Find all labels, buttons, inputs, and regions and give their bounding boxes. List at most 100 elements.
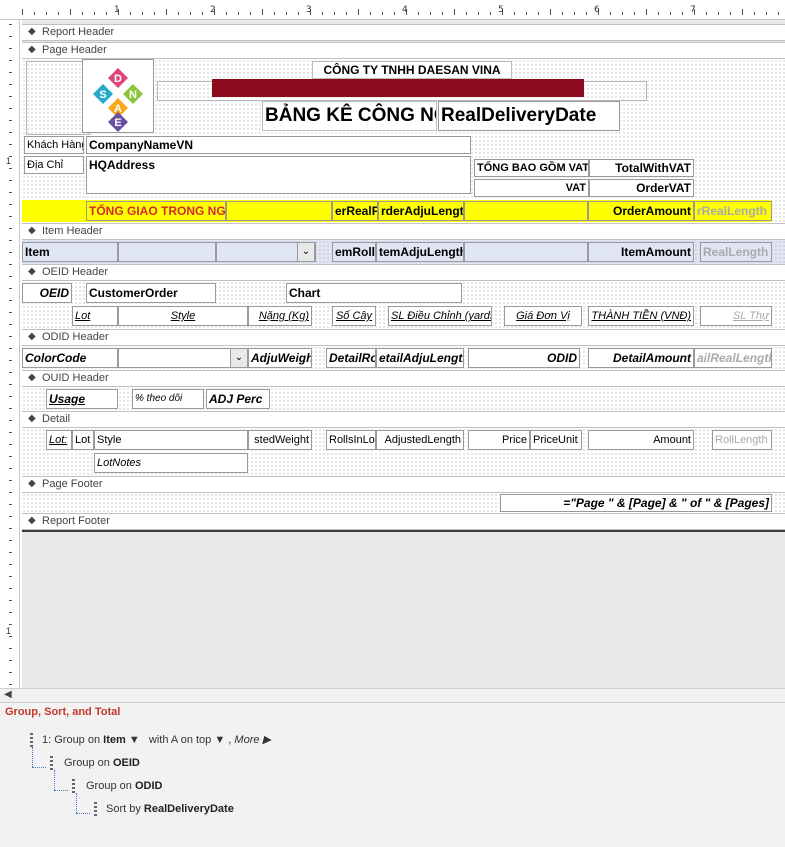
ruler-tick [9, 36, 12, 37]
customer-order-field[interactable]: CustomerOrder [86, 283, 216, 303]
scroll-left-icon[interactable]: ◀ [4, 689, 12, 700]
band-odid-header[interactable]: ◆ ODID Header [22, 329, 785, 346]
company-logo[interactable]: D S N A E [82, 59, 154, 133]
company-title-label[interactable]: CÔNG TY TNHH DAESAN VINA [312, 61, 512, 79]
tree-connector [76, 793, 77, 813]
odid-field[interactable]: ODID [468, 348, 580, 368]
col-unit-price-label[interactable]: Giá Đơn Vị [504, 306, 582, 326]
col-style-label[interactable]: Style [118, 306, 248, 326]
ruler-tick [9, 396, 12, 397]
ruler-tick [634, 12, 635, 15]
band-report-header[interactable]: ◆ Report Header [22, 24, 785, 41]
item-real-length-field[interactable]: RealLength [700, 242, 772, 262]
ruler-tick [9, 276, 12, 277]
amount-field[interactable]: Amount [588, 430, 694, 450]
sort-field-real-delivery-date[interactable]: RealDeliveryDate [144, 803, 234, 815]
group-row-odid[interactable]: Group on ODID [86, 780, 162, 792]
price-unit-field[interactable]: PriceUnit [530, 430, 582, 450]
guide-box [26, 61, 90, 135]
order-real-field[interactable]: erRealF [332, 201, 378, 221]
band-oeid-header[interactable]: ◆ OEID Header [22, 264, 785, 281]
item-amount-field[interactable]: ItemAmount [588, 242, 694, 262]
drag-handle-icon[interactable] [72, 779, 75, 793]
col-lot-label[interactable]: Lot [72, 306, 118, 326]
item-header-section: Item ⌄ emRoll temAdjuLength ItemAmount R… [22, 240, 785, 264]
col-weight-label[interactable]: Nặng (Kg) [248, 306, 312, 326]
adj-perc-field[interactable]: ADJ Perc [206, 389, 270, 409]
detail-adju-length-field[interactable]: etailAdjuLength [376, 348, 464, 368]
style-field[interactable]: Style [94, 430, 248, 450]
adju-weight-field[interactable]: AdjuWeight [248, 348, 312, 368]
address-field[interactable]: HQAddress [86, 156, 471, 194]
band-page-footer[interactable]: ◆ Page Footer [22, 476, 785, 493]
lot-notes-field[interactable]: LotNotes [94, 453, 248, 473]
report-title-label[interactable]: BẢNG KÊ CÔNG NỢ [262, 101, 437, 131]
item-adju-length-field[interactable]: temAdjuLength [376, 242, 464, 262]
usage-field[interactable]: Usage [46, 389, 118, 409]
roll-length-field[interactable]: RollLength [712, 430, 772, 450]
col-adjusted-label[interactable]: SL Điều Chỉnh (yards) [388, 306, 492, 326]
daily-total-label[interactable]: TỔNG GIAO TRONG NGÀY [86, 201, 226, 221]
ruler-tick [9, 552, 12, 553]
sort-row-date[interactable]: Sort by RealDeliveryDate [106, 803, 234, 815]
ruler-tick [142, 12, 143, 15]
order-vat-field[interactable]: OrderVAT [589, 179, 694, 197]
ruler-tick [166, 9, 167, 15]
adjusted-weight-field[interactable]: stedWeight [248, 430, 312, 450]
drag-handle-icon[interactable] [94, 802, 97, 816]
color-code-field[interactable]: ColorCode [22, 348, 118, 368]
oeid-field[interactable]: OEID [22, 283, 72, 303]
more-link[interactable]: More ▶ [234, 734, 271, 746]
order-adju-length-field[interactable]: rderAdjuLength [378, 201, 464, 221]
order-real-length-field[interactable]: rRealLength [694, 201, 772, 221]
item-roll-field[interactable]: emRoll [332, 242, 376, 262]
total-with-vat-field[interactable]: TotalWithVAT [589, 159, 694, 177]
item-field[interactable]: Item [22, 242, 118, 262]
chart-field[interactable]: Chart [286, 283, 462, 303]
dropdown-arrow-icon[interactable]: ▼ [214, 734, 225, 746]
page-number-field[interactable]: ="Page " & [Page] & " of " & [Pages] [500, 494, 772, 512]
guide-box [464, 201, 588, 221]
band-report-footer[interactable]: ◆ Report Footer [22, 513, 785, 530]
address-label[interactable]: Địa Chỉ [24, 156, 84, 174]
col-amount-label[interactable]: THÀNH TIỀN (VNĐ) [588, 306, 694, 326]
ruler-tick [9, 540, 12, 541]
sort-order-dropdown[interactable]: with A on top [149, 734, 211, 746]
drag-handle-icon[interactable] [50, 756, 53, 770]
band-detail[interactable]: ◆ Detail [22, 411, 785, 428]
detail-real-length-field[interactable]: ailRealLength [694, 348, 772, 368]
price-field[interactable]: Price [468, 430, 530, 450]
customer-label[interactable]: Khách Hàng [24, 136, 84, 154]
group-field-item[interactable]: Item [103, 734, 126, 746]
group-field-oeid[interactable]: OEID [113, 757, 140, 769]
band-ouid-header[interactable]: ◆ OUID Header [22, 370, 785, 387]
group-row-oeid[interactable]: Group on OEID [64, 757, 140, 769]
ruler-tick [9, 108, 12, 109]
theo-doi-label[interactable]: % theo dõi [132, 389, 204, 409]
adjusted-length-field[interactable]: AdjustedLength [376, 430, 464, 450]
col-rolls-label[interactable]: Số Cây [332, 306, 376, 326]
group-field-odid[interactable]: ODID [135, 780, 163, 792]
rolls-in-lot-field[interactable]: RollsInLot [326, 430, 376, 450]
ruler-number: 5 [498, 5, 504, 15]
vat-label[interactable]: VAT [474, 179, 589, 197]
total-with-vat-label[interactable]: TỔNG BAO GỒM VAT [474, 159, 589, 177]
lot-label[interactable]: Lot: [46, 430, 72, 450]
band-page-header[interactable]: ◆ Page Header [22, 42, 785, 59]
combo-dropdown-icon[interactable]: ⌄ [230, 348, 248, 368]
band-item-header[interactable]: ◆ Item Header [22, 223, 785, 240]
horizontal-scrollbar[interactable]: ◀ [0, 688, 785, 702]
group-row-item[interactable]: 1: Group on Item ▼ with A on top ▼ , Mor… [42, 733, 271, 746]
detail-roll-field[interactable]: DetailRol [326, 348, 376, 368]
drag-handle-icon[interactable] [30, 733, 33, 747]
dropdown-arrow-icon[interactable]: ▼ [129, 734, 140, 746]
order-amount-field[interactable]: OrderAmount [588, 201, 694, 221]
logo-letter-n: N [129, 89, 137, 101]
company-name-field[interactable]: CompanyNameVN [86, 136, 471, 154]
ruler-tick [9, 252, 12, 253]
real-delivery-date-field[interactable]: RealDeliveryDate [438, 101, 620, 131]
detail-amount-field[interactable]: DetailAmount [588, 348, 694, 368]
lot-field[interactable]: Lot [72, 430, 94, 450]
col-sl-thuc-label[interactable]: SL Thự [700, 306, 772, 326]
combo-dropdown-icon[interactable]: ⌄ [297, 242, 315, 262]
